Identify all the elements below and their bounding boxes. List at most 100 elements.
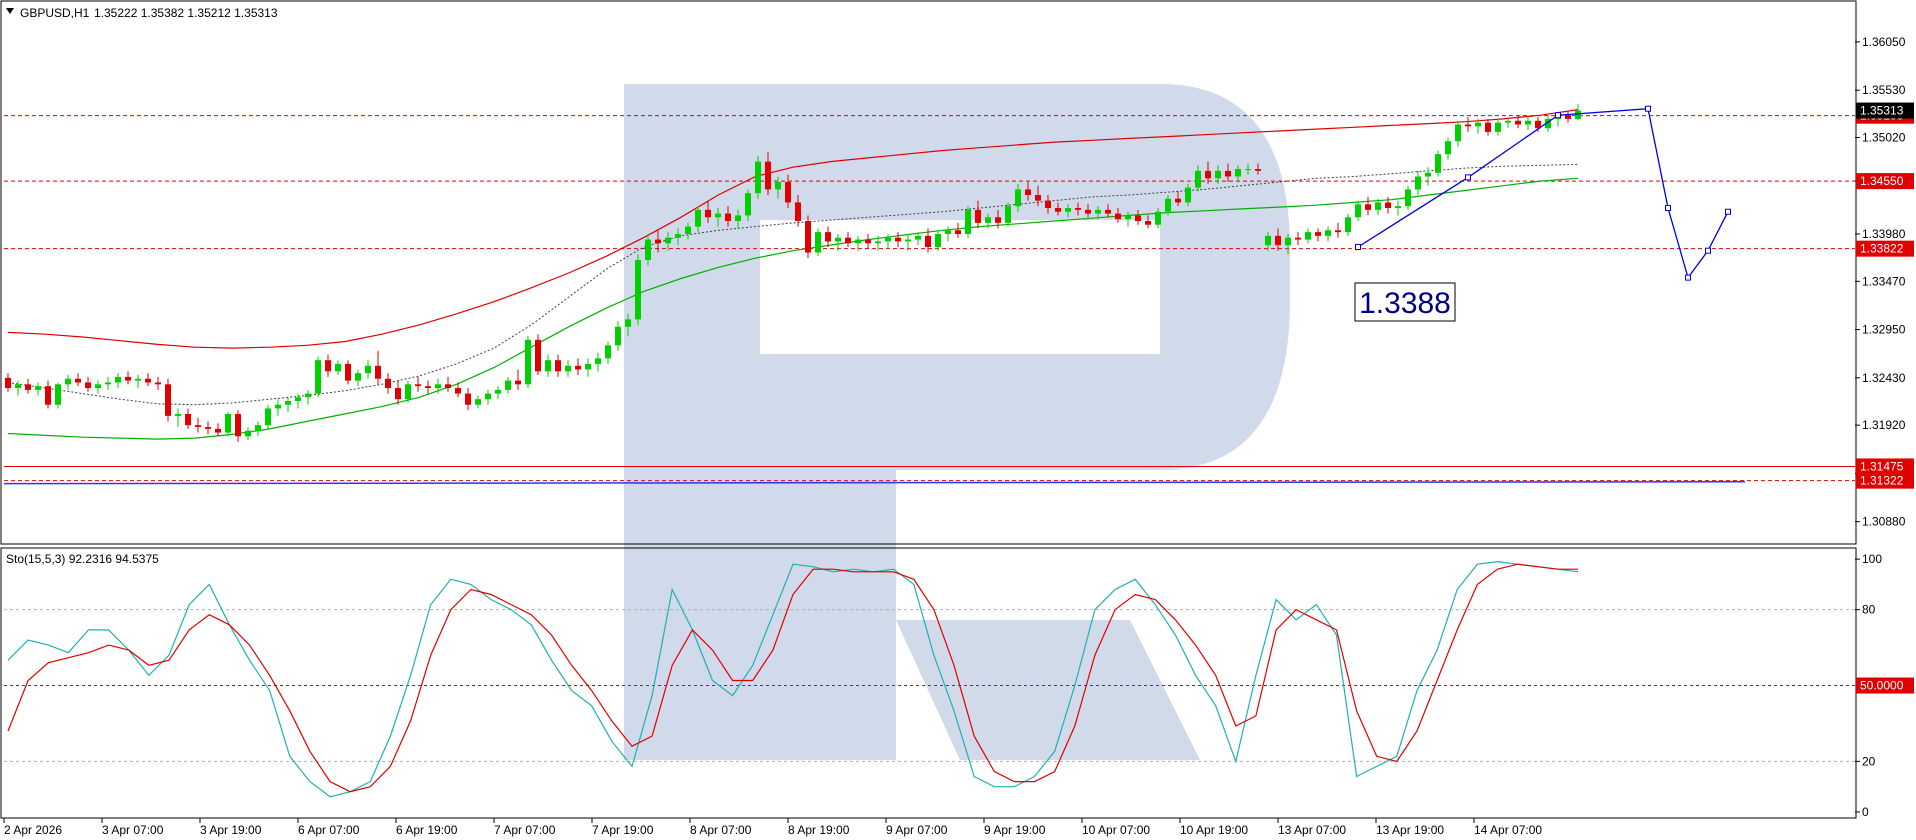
- candle-body: [365, 365, 371, 374]
- trading-chart: 1.36050 1.35530 1.35020 1.34550 1.33980 1.334…: [0, 0, 1914, 837]
- candle-body: [1365, 204, 1371, 210]
- candle-body: [535, 339, 541, 372]
- x-tick-label: 7 Apr 07:00: [494, 823, 556, 837]
- candle-body: [375, 365, 381, 379]
- candle-body: [985, 217, 991, 223]
- candle-body: [1025, 189, 1031, 196]
- candle-body: [1215, 170, 1221, 179]
- candle-body: [125, 376, 131, 381]
- price-annotation[interactable]: 1.3388: [1354, 282, 1456, 322]
- x-tick-label: 13 Apr 19:00: [1376, 823, 1444, 837]
- candle-body: [1295, 237, 1301, 240]
- y-tick-label: 1.35530: [1862, 83, 1906, 97]
- x-tick-label: 14 Apr 07:00: [1474, 823, 1542, 837]
- candle-body: [1015, 189, 1021, 207]
- candle-body: [305, 393, 311, 398]
- candle-body: [1405, 189, 1411, 207]
- dropdown-triangle-icon[interactable]: [6, 8, 14, 14]
- y-tick-label: 1.36050: [1862, 35, 1906, 49]
- candle-body: [685, 226, 691, 234]
- x-axis: 2 Apr 2026 3 Apr 07:00 3 Apr 19:00 6 Apr 07…: [3, 818, 1542, 837]
- candle-body: [215, 428, 221, 433]
- candle-body: [445, 384, 451, 389]
- candle-body: [95, 384, 101, 389]
- candle-body: [175, 414, 181, 416]
- x-tick-label: 9 Apr 07:00: [886, 823, 948, 837]
- candle-body: [1395, 206, 1401, 209]
- candle-body: [85, 382, 91, 389]
- candle-body: [595, 358, 601, 364]
- stoch-tick-label: 20: [1862, 754, 1876, 768]
- candle-body: [1165, 198, 1171, 212]
- x-tick-label: 8 Apr 07:00: [690, 823, 752, 837]
- candle-body: [745, 193, 751, 216]
- candle-body: [1075, 208, 1081, 210]
- candle-body: [395, 388, 401, 400]
- candle-body: [455, 388, 461, 394]
- level-price-label: 1.31322: [1860, 474, 1904, 488]
- candle-body: [225, 414, 231, 433]
- candle-body: [1275, 235, 1281, 246]
- current-price-label: 1.35313: [1860, 104, 1904, 118]
- candle-body: [1135, 215, 1141, 221]
- candle-body: [855, 239, 861, 244]
- y-tick-label: 1.35020: [1862, 130, 1906, 144]
- candle-body: [555, 360, 561, 372]
- candle-body: [665, 237, 671, 244]
- x-tick-label: 13 Apr 07:00: [1278, 823, 1346, 837]
- x-tick-label: 3 Apr 07:00: [102, 823, 164, 837]
- candle-body: [645, 239, 651, 260]
- candle-body: [715, 213, 721, 218]
- candle-body: [1195, 170, 1201, 188]
- candle-body: [1155, 211, 1161, 225]
- candle-body: [75, 378, 81, 383]
- candle-body: [1045, 200, 1051, 209]
- candle-body: [195, 425, 201, 428]
- candle-body: [1485, 122, 1491, 132]
- level-price-label: 1.34550: [1860, 174, 1904, 188]
- candle-body: [155, 382, 161, 385]
- candle-body: [5, 377, 11, 389]
- candle-body: [205, 427, 211, 429]
- candle-body: [1525, 120, 1531, 125]
- candle-body: [1315, 232, 1321, 236]
- candle-body: [105, 382, 111, 385]
- candle-body: [1355, 204, 1361, 218]
- candle-body: [1095, 209, 1101, 214]
- candle-body: [1505, 120, 1511, 123]
- candle-body: [65, 378, 71, 385]
- candle-body: [1425, 172, 1431, 177]
- candle-body: [255, 425, 261, 431]
- candle-body: [955, 230, 961, 234]
- candle-body: [295, 397, 301, 402]
- candle-body: [285, 401, 291, 405]
- candle-body: [875, 241, 881, 244]
- candle-body: [315, 360, 321, 394]
- candle-body: [795, 202, 801, 221]
- candle-body: [945, 230, 951, 234]
- candle-body: [235, 414, 241, 437]
- candle-body: [115, 376, 121, 383]
- candle-body: [165, 384, 171, 416]
- candle-body: [965, 209, 971, 234]
- forecast-point: [1665, 205, 1671, 212]
- candle-body: [1235, 169, 1241, 177]
- candle-body: [835, 237, 841, 242]
- candle-body: [525, 339, 531, 385]
- watermark-logo: [624, 84, 1290, 760]
- stochastic-title: Sto(15,5,3) 92.2316 94.5375: [6, 552, 159, 566]
- annotation-text: 1.3388: [1359, 287, 1451, 320]
- forecast-point: [1705, 247, 1711, 254]
- candle-body: [1185, 187, 1191, 203]
- candle-body: [405, 384, 411, 400]
- candle-body: [825, 232, 831, 242]
- candle-body: [635, 259, 641, 320]
- candle-body: [515, 380, 521, 385]
- candle-body: [695, 209, 701, 227]
- x-tick-label: 7 Apr 19:00: [592, 823, 654, 837]
- candle-body: [1445, 141, 1451, 155]
- candle-body: [1415, 176, 1421, 190]
- candle-body: [275, 404, 281, 409]
- candle-body: [675, 233, 681, 238]
- candle-body: [435, 384, 441, 389]
